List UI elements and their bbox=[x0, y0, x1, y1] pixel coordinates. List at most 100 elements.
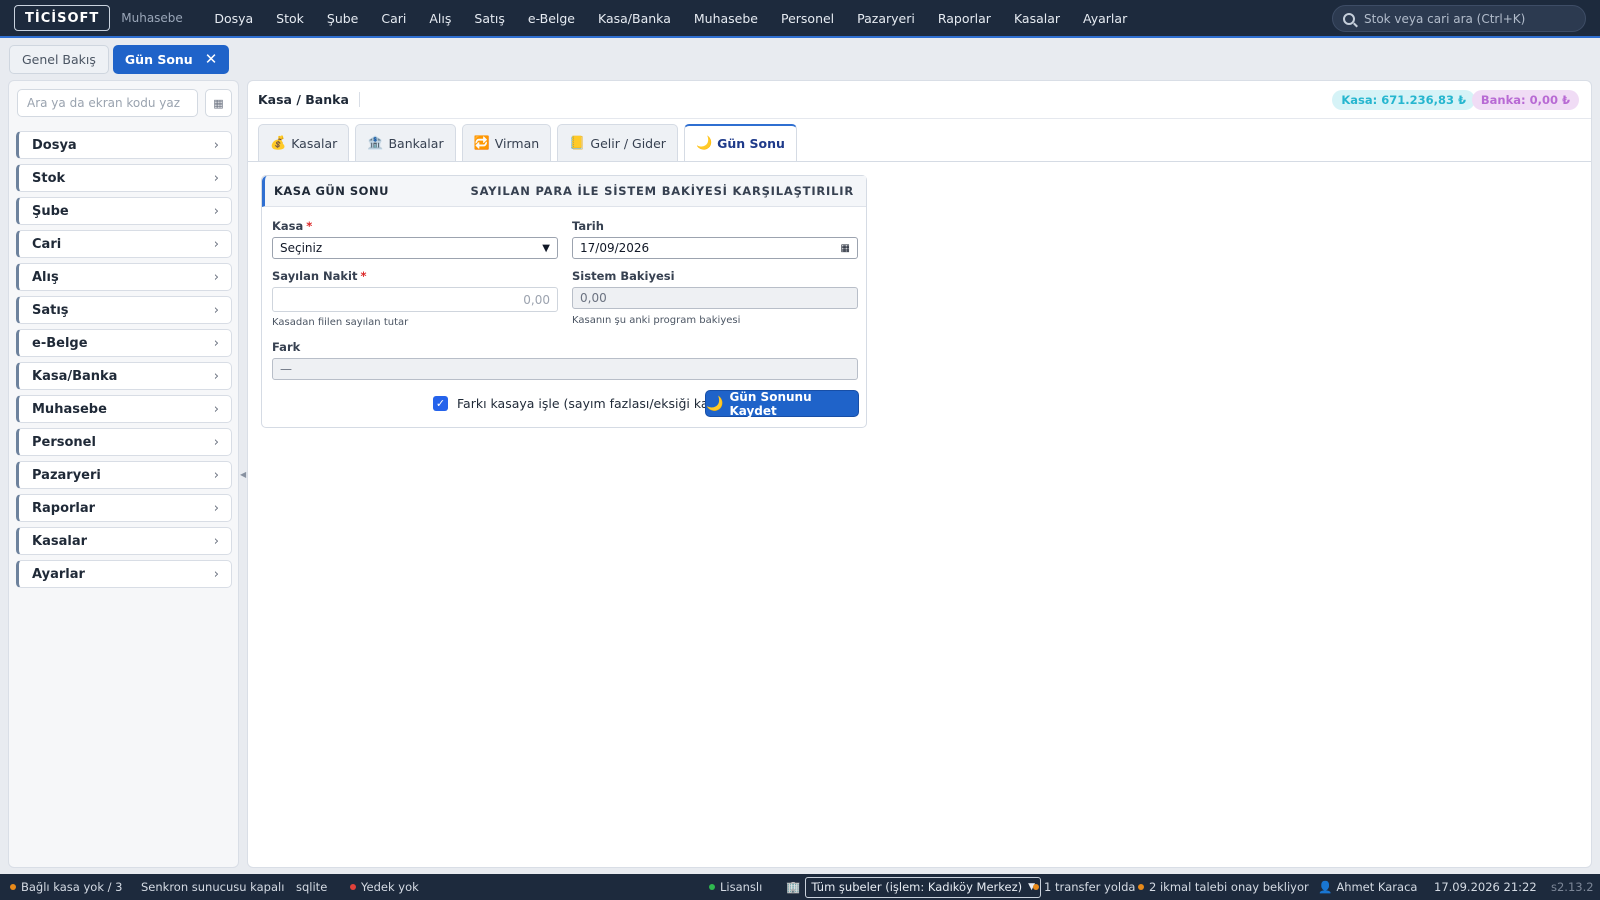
sidebar-item-sube[interactable]: Şube › bbox=[16, 197, 232, 225]
user-name: Ahmet Karaca bbox=[1336, 880, 1418, 894]
sidebar: Ara ya da ekran kodu yaz ▦ Dosya › Stok › … bbox=[8, 80, 239, 868]
page-tab-gun-sonu[interactable]: Gün Sonu ✕ bbox=[112, 44, 230, 74]
sidebar-item-dosya[interactable]: Dosya › bbox=[16, 131, 232, 159]
ikmal-status-text: 2 ikmal talebi onay bekliyor bbox=[1149, 880, 1309, 894]
collapse-sidebar-icon[interactable]: ◀ bbox=[240, 470, 246, 480]
transfer-status[interactable]: 1 transfer yolda bbox=[1033, 874, 1135, 900]
fark-value: — bbox=[280, 362, 292, 376]
menu-item-ebelge[interactable]: e-Belge bbox=[516, 11, 586, 26]
calendar-icon[interactable]: ▦ bbox=[841, 243, 850, 254]
branch-selector-wrap: 🏢 Tüm şubeler (işlem: Kadıköy Merkez) ▼ bbox=[786, 874, 1042, 900]
card-title: KASA GÜN SONU bbox=[274, 184, 389, 198]
sidebar-item-ebelge[interactable]: e-Belge › bbox=[16, 329, 232, 357]
sidebar-item-kasalar[interactable]: Kasalar › bbox=[16, 527, 232, 555]
save-button-label: Gün Sonunu Kaydet bbox=[729, 389, 812, 418]
close-icon[interactable]: ✕ bbox=[205, 50, 218, 68]
chevron-right-icon: › bbox=[213, 203, 219, 219]
sidebar-item-label: Ayarlar bbox=[32, 566, 85, 582]
fark-kasaya-isle-checkbox[interactable]: ✓ bbox=[433, 396, 448, 411]
menu-item-raporlar[interactable]: Raporlar bbox=[926, 11, 1002, 26]
grid-menu-icon[interactable]: ▦ bbox=[205, 89, 232, 117]
menu-item-satis[interactable]: Satış bbox=[463, 11, 516, 26]
sidebar-item-satis[interactable]: Satış › bbox=[16, 296, 232, 324]
menu-item-cari[interactable]: Cari bbox=[370, 11, 418, 26]
menu-item-kasalar[interactable]: Kasalar bbox=[1002, 11, 1071, 26]
sistem-bakiyesi-help: Kasanın şu anki program bakiyesi bbox=[572, 315, 741, 326]
transfer-status-text: 1 transfer yolda bbox=[1044, 880, 1136, 894]
fark-kasaya-isle-label: Farkı kasaya işle (sayım fazlası/eksiği … bbox=[457, 396, 733, 411]
menu-item-kasa-banka[interactable]: Kasa/Banka bbox=[587, 11, 683, 26]
gun-sonunu-kaydet-button[interactable]: 🌙 Gün Sonunu Kaydet bbox=[705, 389, 859, 418]
subtab-divider bbox=[248, 161, 1591, 162]
sistem-bakiyesi-value: 0,00 bbox=[580, 291, 607, 305]
main-panel: Kasa / Banka Kasa: 671.236,83 ₺ Banka: 0… bbox=[247, 80, 1592, 868]
chevron-right-icon: › bbox=[213, 335, 219, 351]
sidebar-item-raporlar[interactable]: Raporlar › bbox=[16, 494, 232, 522]
status-dot-icon bbox=[709, 884, 715, 890]
tab-gelir-gider[interactable]: 📒 Gelir / Gider bbox=[557, 124, 678, 161]
chevron-right-icon: › bbox=[213, 236, 219, 252]
menu-item-muhasebe[interactable]: Muhasebe bbox=[682, 11, 769, 26]
menu-item-sube[interactable]: Şube bbox=[315, 11, 369, 26]
kasa-status: Bağlı kasa yok / 3 bbox=[10, 874, 122, 900]
bank-icon: 🏦 bbox=[367, 135, 384, 151]
tab-bankalar[interactable]: 🏦 Bankalar bbox=[355, 124, 456, 161]
sidebar-item-muhasebe[interactable]: Muhasebe › bbox=[16, 395, 232, 423]
menu-item-dosya[interactable]: Dosya bbox=[203, 11, 265, 26]
sidebar-search-input[interactable]: Ara ya da ekran kodu yaz bbox=[17, 89, 198, 117]
tab-kasalar[interactable]: 💰 Kasalar bbox=[258, 124, 350, 161]
kasa-balance-badge: Kasa: 671.236,83 ₺ bbox=[1332, 90, 1475, 110]
sidebar-item-personel[interactable]: Personel › bbox=[16, 428, 232, 456]
module-name: Muhasebe bbox=[121, 11, 183, 25]
sistem-bakiyesi-label: Sistem Bakiyesi bbox=[572, 269, 675, 283]
sidebar-item-cari[interactable]: Cari › bbox=[16, 230, 232, 258]
sayilan-nakit-input[interactable]: 0,00 bbox=[272, 287, 558, 312]
chevron-right-icon: › bbox=[213, 566, 219, 582]
menu-item-alis[interactable]: Alış bbox=[418, 11, 463, 26]
sidebar-item-label: Kasalar bbox=[32, 533, 87, 549]
menu-item-ayarlar[interactable]: Ayarlar bbox=[1072, 11, 1139, 26]
db-status: sqlite bbox=[296, 880, 328, 894]
sidebar-item-label: Raporlar bbox=[32, 500, 96, 516]
tab-virman[interactable]: 🔁 Virman bbox=[461, 124, 552, 161]
chevron-right-icon: › bbox=[213, 401, 219, 417]
tab-label: Gelir / Gider bbox=[590, 135, 666, 151]
branch-select[interactable]: Tüm şubeler (işlem: Kadıköy Merkez) ▼ bbox=[805, 876, 1042, 898]
chevron-right-icon: › bbox=[213, 302, 219, 318]
fark-kasaya-isle-row[interactable]: ✓ Farkı kasaya işle (sayım fazlası/eksiğ… bbox=[433, 396, 732, 411]
fark-field: — bbox=[272, 358, 858, 380]
tarih-date-input[interactable]: 17/09/2026 ▦ bbox=[572, 237, 858, 259]
building-icon: 🏢 bbox=[786, 880, 801, 894]
menu-item-stok[interactable]: Stok bbox=[265, 11, 316, 26]
sync-status: Senkron sunucusu kapalı bbox=[141, 880, 285, 894]
status-dot-icon bbox=[1033, 884, 1039, 890]
chevron-right-icon: › bbox=[213, 533, 219, 549]
ikmal-status[interactable]: 2 ikmal talebi onay bekliyor bbox=[1138, 874, 1309, 900]
sidebar-item-label: Cari bbox=[32, 236, 62, 252]
sidebar-item-pazaryeri[interactable]: Pazaryeri › bbox=[16, 461, 232, 489]
app-logo[interactable]: TİCİSOFT bbox=[14, 5, 111, 31]
sidebar-item-label: Şube bbox=[32, 203, 69, 219]
user-status[interactable]: 👤 Ahmet Karaca bbox=[1318, 874, 1417, 900]
menu-item-pazaryeri[interactable]: Pazaryeri bbox=[846, 11, 927, 26]
tab-gun-sonu[interactable]: 🌙 Gün Sonu bbox=[683, 124, 797, 161]
sidebar-item-stok[interactable]: Stok › bbox=[16, 164, 232, 192]
backup-status: Yedek yok bbox=[350, 874, 419, 900]
required-marker: * bbox=[306, 219, 313, 233]
page-tab-genel-bakis[interactable]: Genel Bakış bbox=[9, 44, 109, 74]
menu-item-personel[interactable]: Personel bbox=[769, 11, 845, 26]
global-search-input[interactable]: Stok veya cari ara (Ctrl+K) bbox=[1332, 5, 1586, 32]
chevron-right-icon: › bbox=[213, 500, 219, 516]
money-bag-icon: 💰 bbox=[270, 135, 287, 151]
sidebar-item-alis[interactable]: Alış › bbox=[16, 263, 232, 291]
sidebar-item-kasa-banka[interactable]: Kasa/Banka › bbox=[16, 362, 232, 390]
moon-icon: 🌙 bbox=[695, 136, 713, 151]
sidebar-item-label: Alış bbox=[32, 269, 59, 285]
backup-status-text: Yedek yok bbox=[361, 880, 419, 894]
kasa-select[interactable]: Seçiniz ▼ bbox=[272, 237, 558, 259]
global-search-placeholder: Stok veya cari ara (Ctrl+K) bbox=[1364, 11, 1526, 26]
sidebar-item-ayarlar[interactable]: Ayarlar › bbox=[16, 560, 232, 588]
required-marker: * bbox=[360, 269, 367, 283]
sidebar-item-label: e-Belge bbox=[32, 335, 88, 351]
card-header: KASA GÜN SONU SAYILAN PARA İLE SİSTEM BA… bbox=[262, 176, 866, 207]
